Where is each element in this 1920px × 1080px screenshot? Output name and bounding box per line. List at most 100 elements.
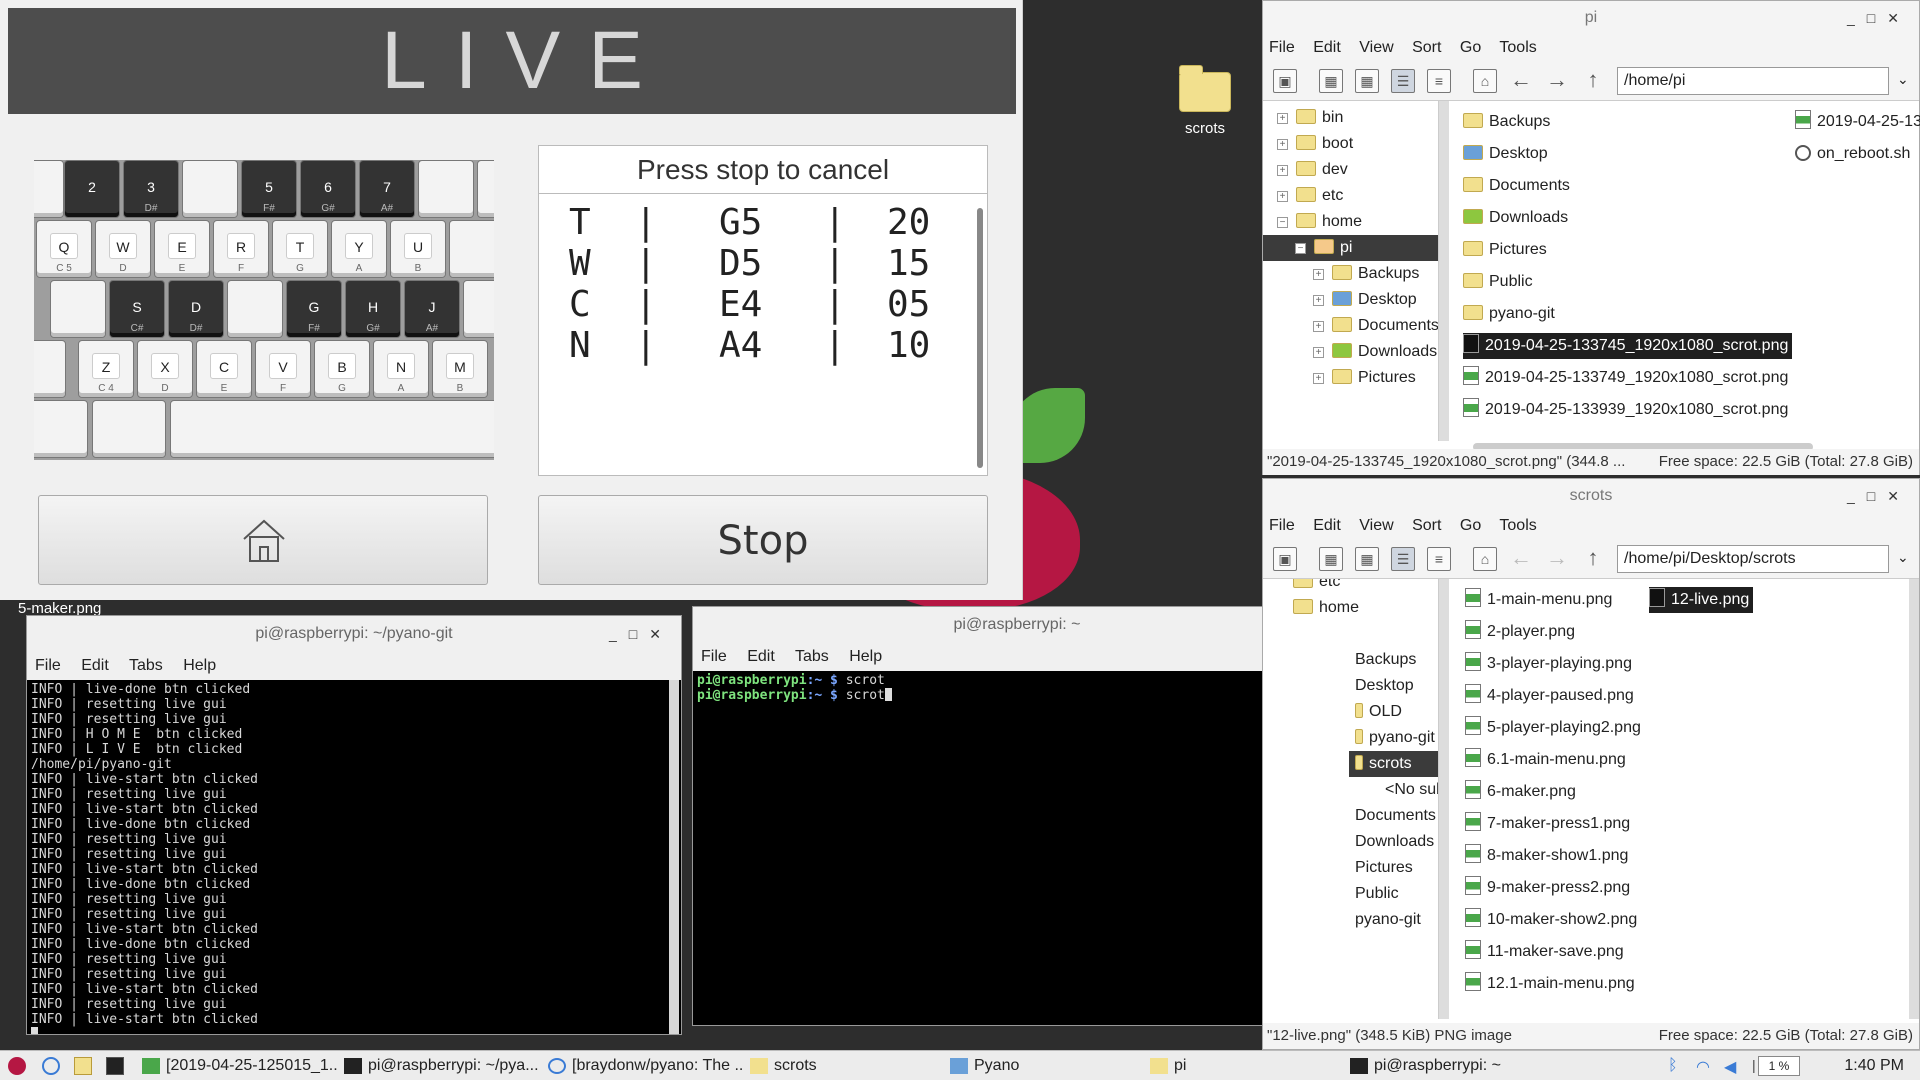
menu-go[interactable]: Go bbox=[1460, 517, 1481, 534]
back-arrow-icon[interactable]: ← bbox=[1509, 547, 1533, 571]
key-blank[interactable] bbox=[477, 160, 494, 218]
clock[interactable]: 1:40 PM bbox=[1844, 1054, 1904, 1078]
home-folder-icon[interactable]: ⌂ bbox=[1473, 547, 1497, 571]
tree-item-pyano-git[interactable]: pyano-git bbox=[1355, 725, 1435, 751]
key-blank[interactable] bbox=[34, 400, 88, 458]
terminal-scrollbar[interactable] bbox=[669, 680, 679, 1034]
file-manager-icon[interactable] bbox=[74, 1057, 92, 1075]
key-6[interactable]: 6 G# bbox=[300, 160, 356, 218]
tree-item-scrots[interactable]: scrots bbox=[1349, 751, 1438, 777]
tree-item-documents[interactable]: Documents bbox=[1355, 803, 1436, 829]
menu-sort[interactable]: Sort bbox=[1412, 39, 1441, 56]
file-item-scrot[interactable]: 6.1-main-menu.png bbox=[1465, 747, 1626, 773]
desktop-icon-scrots[interactable]: scrots bbox=[1170, 65, 1240, 137]
menu-tools[interactable]: Tools bbox=[1499, 39, 1536, 56]
notes-scrollbar[interactable] bbox=[977, 208, 983, 468]
key-t[interactable]: TG bbox=[272, 220, 328, 278]
tree-scrollbar[interactable] bbox=[1439, 579, 1449, 1019]
file-item-scrot[interactable]: 6-maker.png bbox=[1465, 779, 1576, 805]
key-u[interactable]: UB bbox=[390, 220, 446, 278]
bluetooth-icon[interactable]: ᛒ bbox=[1668, 1057, 1686, 1075]
key-blank[interactable] bbox=[34, 160, 64, 218]
key-b[interactable]: BG bbox=[314, 340, 370, 398]
compact-view-icon[interactable]: ☰ bbox=[1391, 547, 1415, 571]
maximize-icon[interactable]: □ bbox=[629, 626, 649, 642]
task-terminal-pyano[interactable]: pi@raspberrypi: ~/pya... bbox=[340, 1054, 540, 1078]
file-item-scrot[interactable]: 11-maker-save.png bbox=[1465, 939, 1624, 965]
path-input[interactable]: /home/pi bbox=[1617, 67, 1889, 95]
thumbnail-view-icon[interactable]: ▦ bbox=[1355, 547, 1379, 571]
tree-item-pictures[interactable]: + Pictures bbox=[1313, 365, 1416, 391]
key-3[interactable]: 3 D# bbox=[123, 160, 179, 218]
key-q[interactable]: Q C 5 bbox=[36, 220, 92, 278]
key-e[interactable]: EE bbox=[154, 220, 210, 278]
file-item-documents[interactable]: Documents bbox=[1463, 173, 1570, 199]
menu-sort[interactable]: Sort bbox=[1412, 517, 1441, 534]
menu-edit[interactable]: Edit bbox=[1313, 517, 1341, 534]
file-item-scrot[interactable]: 9-maker-press2.png bbox=[1465, 875, 1630, 901]
file-item-downloads[interactable]: Downloads bbox=[1463, 205, 1568, 231]
file-item-backups[interactable]: Backups bbox=[1463, 109, 1550, 135]
key-7[interactable]: 7 A# bbox=[359, 160, 415, 218]
tree-item-documents[interactable]: + Documents bbox=[1313, 313, 1438, 339]
file-item-scrot-partial[interactable]: 2019-04-25-13 bbox=[1795, 109, 1920, 135]
file-item-pyano-git[interactable]: pyano-git bbox=[1463, 301, 1555, 327]
file-item-scrot[interactable]: 3-player-playing.png bbox=[1465, 651, 1632, 677]
terminal-output[interactable]: pi@raspberrypi:~ $ scrot pi@raspberrypi:… bbox=[693, 671, 1341, 1025]
task-pyano[interactable]: Pyano bbox=[946, 1054, 1136, 1078]
file-item-pictures[interactable]: Pictures bbox=[1463, 237, 1547, 263]
file-item-12-live[interactable]: 12-live.png bbox=[1649, 587, 1754, 613]
tree-item-old[interactable]: OLD bbox=[1355, 699, 1402, 725]
task-pi[interactable]: pi bbox=[1146, 1054, 1336, 1078]
key-blank[interactable] bbox=[34, 340, 66, 398]
file-item-scrot-133745[interactable]: 2019-04-25-133745_1920x1080_scrot.png bbox=[1463, 333, 1793, 359]
tree-item-downloads[interactable]: + Downloads bbox=[1313, 339, 1437, 365]
icon-view-icon[interactable]: ▦ bbox=[1319, 547, 1343, 571]
key-blank[interactable] bbox=[449, 220, 494, 278]
tree-item-backups[interactable]: Backups bbox=[1355, 647, 1416, 673]
terminal-output[interactable]: INFO | live-done btn clicked INFO | rese… bbox=[27, 680, 681, 1034]
menu-edit[interactable]: Edit bbox=[81, 657, 109, 674]
minimize-icon[interactable]: _ bbox=[609, 626, 629, 642]
file-item-scrot[interactable]: 8-maker-show1.png bbox=[1465, 843, 1628, 869]
key-blank[interactable] bbox=[227, 280, 283, 338]
file-item-desktop[interactable]: Desktop bbox=[1463, 141, 1548, 167]
key-d[interactable]: D D# bbox=[168, 280, 224, 338]
new-window-icon[interactable]: ▣ bbox=[1273, 69, 1297, 93]
file-item-public[interactable]: Public bbox=[1463, 269, 1533, 295]
list-view-icon[interactable]: ≡ bbox=[1427, 69, 1451, 93]
maximize-icon[interactable]: □ bbox=[1867, 10, 1887, 26]
raspberry-menu-icon[interactable] bbox=[8, 1057, 26, 1075]
window-titlebar[interactable]: scrots _□✕ bbox=[1263, 479, 1919, 513]
menu-go[interactable]: Go bbox=[1460, 39, 1481, 56]
chevron-down-icon[interactable]: ⌄ bbox=[1897, 549, 1909, 566]
home-folder-icon[interactable]: ⌂ bbox=[1473, 69, 1497, 93]
menu-file[interactable]: File bbox=[1269, 517, 1295, 534]
up-arrow-icon[interactable]: ↑ bbox=[1581, 69, 1605, 93]
key-blank[interactable] bbox=[418, 160, 474, 218]
thumbnail-view-icon[interactable]: ▦ bbox=[1355, 69, 1379, 93]
tree-item-desktop[interactable]: Desktop bbox=[1355, 673, 1414, 699]
list-view-icon[interactable]: ≡ bbox=[1427, 547, 1451, 571]
volume-icon[interactable]: ◀ bbox=[1724, 1057, 1742, 1076]
file-item-scrot-133749[interactable]: 2019-04-25-133749_1920x1080_scrot.png bbox=[1463, 365, 1788, 391]
window-titlebar[interactable]: pi@raspberrypi: ~ _□✕ bbox=[693, 607, 1341, 643]
tree-item-boot[interactable]: + boot bbox=[1277, 131, 1353, 157]
menu-help[interactable]: Help bbox=[849, 648, 882, 665]
key-blank[interactable] bbox=[92, 400, 166, 458]
key-2[interactable]: 2 bbox=[64, 160, 120, 218]
key-blank[interactable] bbox=[182, 160, 238, 218]
home-button[interactable] bbox=[38, 495, 488, 585]
tree-item-home[interactable]: − home bbox=[1277, 209, 1362, 235]
menu-tabs[interactable]: Tabs bbox=[129, 657, 163, 674]
menu-edit[interactable]: Edit bbox=[1313, 39, 1341, 56]
key-j[interactable]: J A# bbox=[404, 280, 460, 338]
menu-edit[interactable]: Edit bbox=[747, 648, 775, 665]
chevron-down-icon[interactable]: ⌄ bbox=[1897, 71, 1909, 88]
file-item-scrot-133939[interactable]: 2019-04-25-133939_1920x1080_scrot.png bbox=[1463, 397, 1788, 423]
task-browser[interactable]: [braydonw/pyano: The ... bbox=[544, 1054, 744, 1078]
cpu-monitor[interactable]: 1 % bbox=[1758, 1056, 1800, 1076]
close-icon[interactable]: ✕ bbox=[1887, 488, 1911, 504]
file-item-scrot[interactable]: 1-main-menu.png bbox=[1465, 587, 1612, 613]
key-x[interactable]: XD bbox=[137, 340, 193, 398]
